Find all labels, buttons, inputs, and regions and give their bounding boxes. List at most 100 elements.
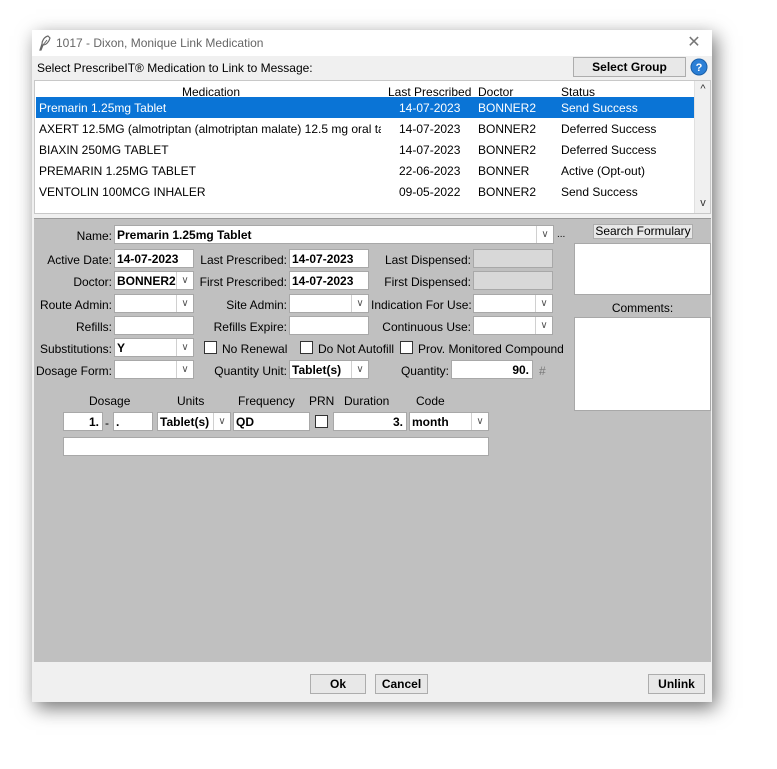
last-prescribed-field[interactable]: 14-07-2023 [289,249,369,268]
medication-grid[interactable]: Medication Last Prescribed Doctor Status… [34,80,711,214]
cell-last-prescribed: 14-07-2023 [399,143,461,157]
chevron-down-icon[interactable]: ∨ [471,413,488,430]
table-row[interactable]: VENTOLIN 100MCG INHALER 09-05-2022 BONNE… [36,181,694,202]
dosage-field[interactable]: 1. [63,412,103,431]
cell-status: Send Success [561,101,638,115]
site-admin-label: Site Admin: [226,298,287,312]
do-not-autofill-checkbox[interactable] [300,341,313,354]
help-icon[interactable]: ? [690,58,708,76]
cell-medication: BIAXIN 250MG TABLET [39,143,169,157]
cell-medication: AXERT 12.5MG (almotriptan (almotriptan m… [39,122,381,136]
chevron-down-icon[interactable]: ∨ [351,295,368,312]
grid-scrollbar[interactable]: ^ v [694,81,710,213]
doctor-dropdown[interactable]: BONNER2 ∨ [114,271,194,290]
hash-icon[interactable]: # [539,364,546,378]
formulary-box [574,243,711,295]
table-row[interactable]: BIAXIN 250MG TABLET 14-07-2023 BONNER2 D… [36,139,694,160]
cell-doctor: BONNER2 [478,185,537,199]
do-not-autofill-label: Do Not Autofill [318,342,395,356]
prn-checkbox[interactable] [315,415,328,428]
quantity-unit-label: Quantity Unit: [214,364,287,378]
close-icon[interactable]: ✕ [682,32,706,54]
duration-field[interactable]: 3. [333,412,407,431]
code-header: Code [416,394,445,408]
units-dropdown[interactable]: Tablet(s) ∨ [157,412,231,431]
last-dispensed-field [473,249,553,268]
search-formulary-button[interactable]: Search Formulary [593,224,693,239]
prov-monitored-label: Prov. Monitored Compound [418,342,564,356]
first-prescribed-label: First Prescribed: [199,275,287,289]
substitutions-dropdown[interactable]: Y ∨ [114,338,194,357]
chevron-down-icon[interactable]: ∨ [176,272,193,289]
units-value: Tablet(s) [160,415,210,429]
cell-doctor: BONNER [478,164,530,178]
cell-medication: PREMARIN 1.25MG TABLET [39,164,196,178]
last-prescribed-label: Last Prescribed: [200,253,287,267]
no-renewal-checkbox[interactable] [204,341,217,354]
cell-doctor: BONNER2 [478,122,537,136]
app-feather-icon [39,35,51,51]
sig-text-field[interactable] [63,437,489,456]
name-value: Premarin 1.25mg Tablet [117,228,252,242]
frequency-header: Frequency [238,394,295,408]
dosage-header: Dosage [89,394,131,408]
cell-medication: VENTOLIN 100MCG INHALER [39,185,206,199]
frequency-field[interactable]: QD [233,412,310,431]
chevron-down-icon[interactable]: ∨ [535,295,552,312]
refills-expire-field[interactable] [289,316,369,335]
comments-textarea[interactable] [574,317,711,411]
ellipsis-button[interactable]: ... [557,229,569,240]
prov-monitored-checkbox[interactable] [400,341,413,354]
table-row[interactable]: AXERT 12.5MG (almotriptan (almotriptan m… [36,118,694,139]
chevron-down-icon[interactable]: ∨ [535,317,552,334]
ok-button[interactable]: Ok [310,674,366,694]
name-dropdown[interactable]: Premarin 1.25mg Tablet ∨ [114,225,554,244]
doctor-value: BONNER2 [117,274,176,288]
select-group-button[interactable]: Select Group [573,57,686,77]
scroll-up-icon[interactable]: ^ [695,83,711,95]
substitutions-value: Y [117,341,126,355]
table-row[interactable]: Premarin 1.25mg Tablet 14-07-2023 BONNER… [36,97,694,118]
active-date-field[interactable]: 14-07-2023 [114,249,194,268]
dosage-max-field[interactable]: . [113,412,153,431]
chevron-down-icon[interactable]: ∨ [536,226,553,243]
window-title: 1017 - Dixon, Monique Link Medication [56,36,264,50]
chevron-down-icon[interactable]: ∨ [351,361,368,378]
header-row: Select PrescribeIT® Medication to Link t… [32,56,712,78]
code-dropdown[interactable]: month ∨ [409,412,489,431]
chevron-down-icon[interactable]: ∨ [176,295,193,312]
cell-status: Active (Opt-out) [561,164,646,178]
medication-form: Name: Premarin 1.25mg Tablet ∨ ... Searc… [34,218,711,662]
table-row[interactable]: PREMARIN 1.25MG TABLET 22-06-2023 BONNER… [36,160,694,181]
continuous-use-dropdown[interactable]: ∨ [473,316,553,335]
indication-dropdown[interactable]: ∨ [473,294,553,313]
chevron-down-icon[interactable]: ∨ [176,361,193,378]
cell-last-prescribed: 14-07-2023 [399,122,461,136]
name-label: Name: [76,229,112,243]
prn-header: PRN [309,394,335,408]
quantity-field[interactable]: 90. [451,360,533,379]
dosage-separator: - [105,416,109,430]
unlink-button[interactable]: Unlink [648,674,705,694]
title-bar: 1017 - Dixon, Monique Link Medication ✕ [32,30,712,56]
code-value: month [412,415,449,429]
substitutions-label: Substitutions: [39,342,112,356]
first-prescribed-field[interactable]: 14-07-2023 [289,271,369,290]
cancel-button[interactable]: Cancel [375,674,428,694]
route-admin-dropdown[interactable]: ∨ [114,294,194,313]
refills-field[interactable] [114,316,194,335]
units-header: Units [177,394,205,408]
indication-label: Indication For Use: [371,298,472,312]
cell-status: Send Success [561,185,638,199]
chevron-down-icon[interactable]: ∨ [176,339,193,356]
chevron-down-icon[interactable]: ∨ [213,413,230,430]
cell-doctor: BONNER2 [478,101,537,115]
quantity-unit-dropdown[interactable]: Tablet(s) ∨ [289,360,369,379]
select-medication-label: Select PrescribeIT® Medication to Link t… [37,61,313,75]
refills-expire-label: Refills Expire: [213,320,287,334]
scroll-down-icon[interactable]: v [695,197,711,209]
dosage-form-dropdown[interactable]: ∨ [114,360,194,379]
site-admin-dropdown[interactable]: ∨ [289,294,369,313]
first-dispensed-field [473,271,553,290]
button-bar: Ok Cancel Unlink [32,664,712,702]
